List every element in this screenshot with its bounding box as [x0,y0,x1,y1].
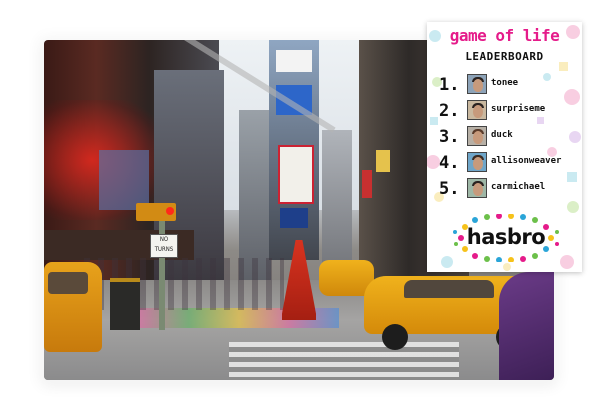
leaderboard-subtitle: LEADERBOARD [465,50,544,63]
tower-screen-ad [278,145,314,204]
hasbro-logo: hasbro [451,214,561,262]
avatar [467,74,487,94]
leaderboard-entry: 5. carmichael [439,178,579,200]
taxi-right-window [404,280,494,298]
rank-number: 4. [439,153,460,173]
leaderboard-entry: 1. tonee [439,74,579,96]
billboard-blue [99,150,149,210]
rank-number: 1. [439,75,460,95]
traffic-light-red-lamp [166,207,174,215]
taxi-wheel-front [382,324,408,350]
avatar [467,152,487,172]
crosswalk [229,342,459,380]
leaderboard-entry: 4. allisonweaver [439,152,579,174]
brand-name: hasbro [466,225,546,249]
player-name: allisonweaver [491,156,562,166]
trash-can [110,278,140,330]
no-turns-sign: NO TURNS [150,234,178,258]
tower-screen-top [276,50,312,72]
rank-number: 5. [439,179,460,199]
person-foreground [499,272,554,380]
rank-number: 2. [439,101,460,121]
avatar [467,126,487,146]
signal-pole [159,205,165,330]
leaderboard-title: game of life [449,26,560,45]
avatar [467,178,487,198]
leaderboard-entry: 3. duck [439,126,579,148]
sign-red [362,170,372,198]
avatar [467,100,487,120]
tower-screen-low [280,208,308,228]
leaderboard-entry: 2. surpriseme [439,100,579,122]
taxi-left-window [48,272,88,294]
player-name: duck [491,130,513,140]
leaderboard-card: game of life LEADERBOARD 1. tonee 2. sur… [427,22,582,272]
player-name: tonee [491,78,519,88]
sign-yellow [376,150,390,172]
rank-number: 3. [439,127,460,147]
player-name: carmichael [491,182,546,192]
player-name: surpriseme [491,104,546,114]
